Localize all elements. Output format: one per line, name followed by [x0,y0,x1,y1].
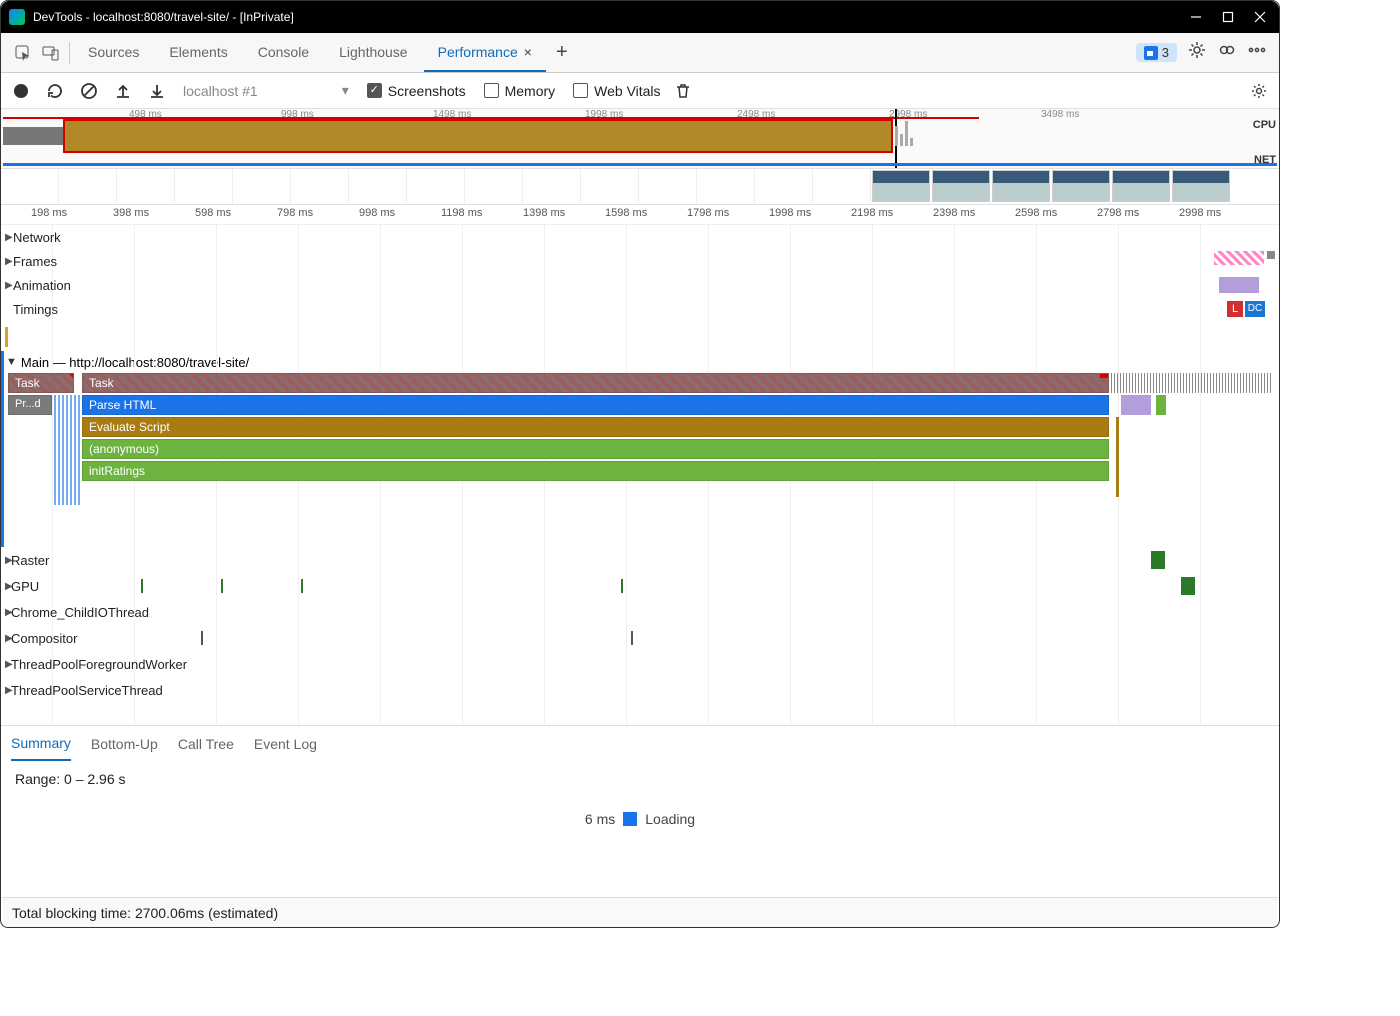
anim-marker [1219,277,1259,293]
maximize-button[interactable] [1221,10,1235,24]
track-network[interactable]: ▶Network [1,225,1279,249]
summary-pane: Range: 0 – 2.96 s 6 ms Loading [1,761,1279,837]
screenshot-thumb[interactable] [992,170,1050,202]
flame-prd[interactable]: Pr...d [8,395,52,415]
overview-cpu-label: CPU [1253,119,1276,131]
track-threadpool-fg[interactable]: ▶ThreadPoolForegroundWorker [1,651,1279,677]
track-main-header[interactable]: ▼Main — http://localhost:8080/travel-sit… [1,351,1279,373]
timeline-overview[interactable]: 498 ms 998 ms 1498 ms 1998 ms 2498 ms 29… [1,109,1279,169]
status-bar: Total blocking time: 2700.06ms (estimate… [2,897,1278,927]
separator [69,42,70,64]
upload-profile-icon[interactable] [111,79,135,103]
bottom-tab-summary[interactable]: Summary [11,727,71,761]
flame-task[interactable]: Task [82,373,1109,393]
overview-pre-activity [3,127,65,145]
screenshot-thumb[interactable] [1112,170,1170,202]
tab-sources[interactable]: Sources [74,34,153,72]
screenshots-checkbox[interactable]: Screenshots [367,83,466,99]
flame-task[interactable]: Task [8,373,74,393]
devtools-app-icon [9,9,25,25]
more-menu-icon[interactable] [1247,40,1267,65]
capture-settings-gear-icon[interactable] [1247,79,1271,103]
issues-icon [1144,46,1158,60]
bottom-tab-event-log[interactable]: Event Log [254,728,317,760]
timing-marker-l[interactable]: L [1227,301,1243,317]
inspect-element-icon[interactable] [9,39,37,67]
flame-micro-bars [54,395,80,505]
overview-cpu-spikes [895,121,1015,149]
close-window-button[interactable] [1253,10,1267,24]
clear-button[interactable] [77,79,101,103]
device-toolbar-icon[interactable] [37,39,65,67]
delete-profile-icon[interactable] [671,79,695,103]
add-tab-button[interactable]: + [548,41,576,64]
track-frames[interactable]: ▶Frames [1,249,1279,273]
web-vitals-checkbox[interactable]: Web Vitals [573,83,660,99]
tab-console[interactable]: Console [244,34,323,72]
track-gpu[interactable]: ▶GPU [1,573,1279,599]
reload-record-button[interactable] [43,79,67,103]
tab-lighthouse[interactable]: Lighthouse [325,34,422,72]
issues-count: 3 [1162,45,1169,60]
summary-range: Range: 0 – 2.96 s [15,771,1265,787]
screenshot-thumb[interactable] [1052,170,1110,202]
issues-badge[interactable]: 3 [1136,43,1177,62]
timing-marker-dc[interactable]: DC [1245,301,1265,317]
flame-anonymous[interactable]: (anonymous) [82,439,1109,459]
memory-checkbox[interactable]: Memory [484,83,556,99]
screenshot-thumb[interactable] [872,170,930,202]
flame-evaluate-script[interactable]: Evaluate Script [82,417,1109,437]
legend-color-loading [623,812,637,826]
screenshot-thumb[interactable] [1172,170,1230,202]
time-ruler[interactable]: 198 ms 398 ms 598 ms 798 ms 998 ms 1198 … [1,205,1279,225]
frames-marker [1214,251,1264,265]
window-titlebar: DevTools - localhost:8080/travel-site/ -… [1,1,1279,33]
flame-init-ratings[interactable]: initRatings [82,461,1109,481]
experiments-icon[interactable] [1217,40,1237,65]
window-title: DevTools - localhost:8080/travel-site/ -… [33,10,1189,24]
track-animation[interactable]: ▶Animation [1,273,1279,297]
close-icon[interactable]: × [524,44,532,60]
tab-elements[interactable]: Elements [155,34,241,72]
bottom-tab-call-tree[interactable]: Call Tree [178,728,234,760]
screenshots-filmstrip[interactable] [1,169,1279,205]
legend-time: 6 ms [585,811,615,827]
settings-gear-icon[interactable] [1187,40,1207,65]
track-raster[interactable]: ▶Raster [1,547,1279,573]
tab-performance[interactable]: Performance× [424,34,546,72]
legend-label: Loading [645,811,695,827]
flamechart-pane[interactable]: ▶Network ▶Frames ▶Animation ▶Timings L D… [1,225,1279,725]
minimize-button[interactable] [1189,10,1203,24]
overview-net-strip [3,163,1277,166]
track-threadpool-svc[interactable]: ▶ThreadPoolServiceThread [1,677,1279,703]
track-compositor[interactable]: ▶Compositor [1,625,1279,651]
track-timings[interactable]: ▶Timings L DC [1,297,1279,321]
record-button[interactable] [9,79,33,103]
overview-net-label: NET [1254,154,1276,166]
total-blocking-time: Total blocking time: 2700.06ms (estimate… [12,905,278,921]
download-profile-icon[interactable] [145,79,169,103]
details-tabstrip: Summary Bottom-Up Call Tree Event Log [1,725,1279,761]
track-child-io[interactable]: ▶Chrome_ChildIOThread [1,599,1279,625]
main-thread-flamechart[interactable]: Task Task Pr...d Parse HTML Evaluate Scr… [1,373,1279,547]
flame-parse-html[interactable]: Parse HTML [82,395,1109,415]
overview-selection-handle[interactable] [63,119,893,153]
screenshot-thumb[interactable] [932,170,990,202]
profile-selector[interactable]: localhost #1▾ [183,82,349,99]
performance-toolbar: localhost #1▾ Screenshots Memory Web Vit… [1,73,1279,109]
bottom-tab-bottom-up[interactable]: Bottom-Up [91,728,158,760]
flame-post-activity [1111,373,1279,503]
devtools-tabstrip: Sources Elements Console Lighthouse Perf… [1,33,1279,73]
